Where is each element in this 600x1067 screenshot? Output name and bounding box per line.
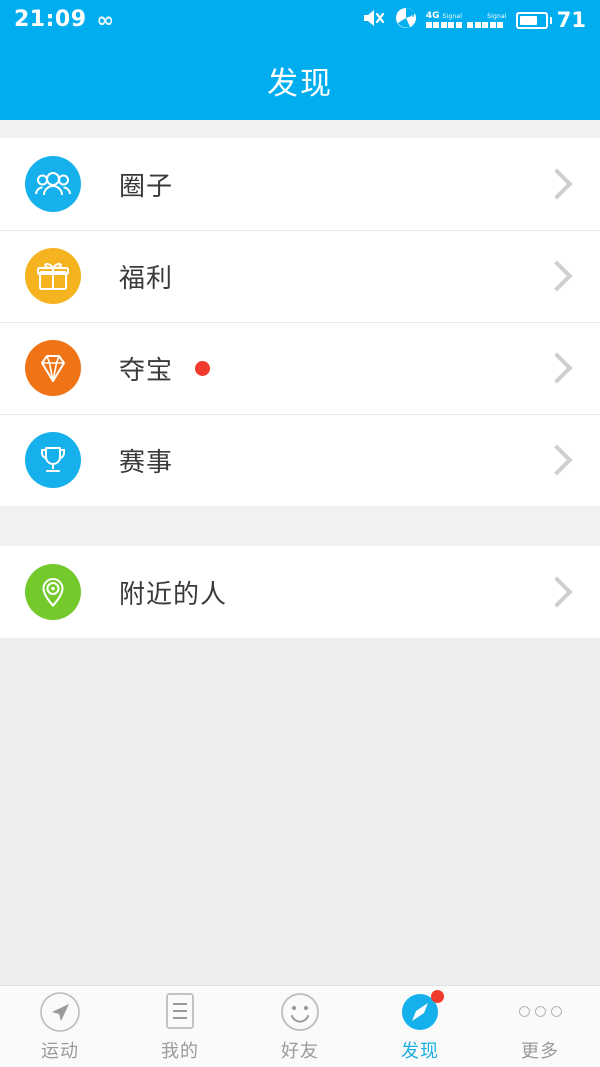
gift-box-icon xyxy=(25,248,81,304)
list-item-label: 圈子 xyxy=(119,171,174,202)
chevron-right-icon xyxy=(541,352,573,384)
compass-outline-icon xyxy=(39,991,81,1033)
signal-label-2: Signal xyxy=(487,13,507,20)
nav-item-2[interactable]: 我的 xyxy=(120,986,240,1067)
nav-item-label: 运动 xyxy=(41,1040,79,1062)
battery-tip xyxy=(549,16,552,24)
chevron-right-icon xyxy=(541,576,573,608)
signal-indicator-group: 4G Signal Signal xyxy=(425,12,507,28)
nav-item-label: 我的 xyxy=(161,1040,199,1062)
list-group-separator xyxy=(0,506,600,546)
smiley-face-icon xyxy=(279,991,321,1033)
main-content: 圈子福利夺宝赛事附近的人 xyxy=(0,120,600,985)
list-item-label: 赛事 xyxy=(119,447,174,478)
list-item-label: 附近的人 xyxy=(119,579,228,610)
trophy-icon xyxy=(25,432,81,488)
discover-list: 圈子福利夺宝赛事附近的人 xyxy=(0,138,600,638)
nav-item-4[interactable]: 发现 xyxy=(360,986,480,1067)
infinity-icon: ∞ xyxy=(96,7,115,32)
content-top-gap xyxy=(0,120,600,138)
list-item-label: 夺宝 xyxy=(119,355,174,386)
diamond-icon xyxy=(25,340,81,396)
battery-fill xyxy=(519,15,537,25)
nav-item-label: 好友 xyxy=(281,1040,319,1062)
signal-bars xyxy=(425,22,504,28)
battery-percent: 71 xyxy=(556,7,586,32)
group-people-icon xyxy=(25,156,81,212)
status-time: 21:09 xyxy=(14,7,87,32)
document-lines-icon xyxy=(159,991,201,1033)
battery-icon: 71 xyxy=(515,7,586,32)
compass-filled-icon xyxy=(399,989,444,1033)
list-item[interactable]: 夺宝 xyxy=(0,322,600,414)
status-badge xyxy=(195,360,211,376)
list-item-label: 福利 xyxy=(119,263,174,294)
battery-body xyxy=(515,11,548,29)
wifi-icon: W xyxy=(395,7,417,33)
list-group: 附近的人 xyxy=(0,546,600,638)
svg-text:W: W xyxy=(408,11,415,19)
mute-icon xyxy=(362,8,386,32)
signal-labels: 4G Signal Signal xyxy=(426,12,507,21)
nav-item-5[interactable]: 更多 xyxy=(480,986,600,1067)
chevron-right-icon xyxy=(541,260,573,292)
list-item[interactable]: 附近的人 xyxy=(0,546,600,638)
list-group: 圈子 福利 夺宝 赛事 xyxy=(0,138,600,506)
list-item[interactable]: 赛事 xyxy=(0,414,600,506)
list-item[interactable]: 福利 xyxy=(0,230,600,322)
chevron-right-icon xyxy=(541,444,573,476)
nav-item-label: 发现 xyxy=(401,1040,439,1062)
nav-badge-dot xyxy=(431,989,444,1003)
network-type-label: 4G xyxy=(425,11,440,21)
status-bar: 21:09 ∞ W 4G Signal Signal 71 xyxy=(0,0,600,40)
three-dots-icon xyxy=(518,991,562,1033)
nav-item-label: 更多 xyxy=(521,1040,559,1062)
page-title: 发现 xyxy=(267,65,333,102)
signal-label-1: Signal xyxy=(442,13,463,20)
app-header: 发现 xyxy=(0,40,600,120)
chevron-right-icon xyxy=(541,168,573,200)
list-item[interactable]: 圈子 xyxy=(0,138,600,230)
status-bar-right: W 4G Signal Signal 71 xyxy=(362,7,586,33)
nav-item-3[interactable]: 好友 xyxy=(240,986,360,1067)
status-bar-left: 21:09 ∞ xyxy=(14,9,114,31)
location-pin-icon xyxy=(25,564,81,620)
nav-item-1[interactable]: 运动 xyxy=(0,986,120,1067)
bottom-nav-bar: 运动 我的 好友 发现 更多 xyxy=(0,985,600,1067)
